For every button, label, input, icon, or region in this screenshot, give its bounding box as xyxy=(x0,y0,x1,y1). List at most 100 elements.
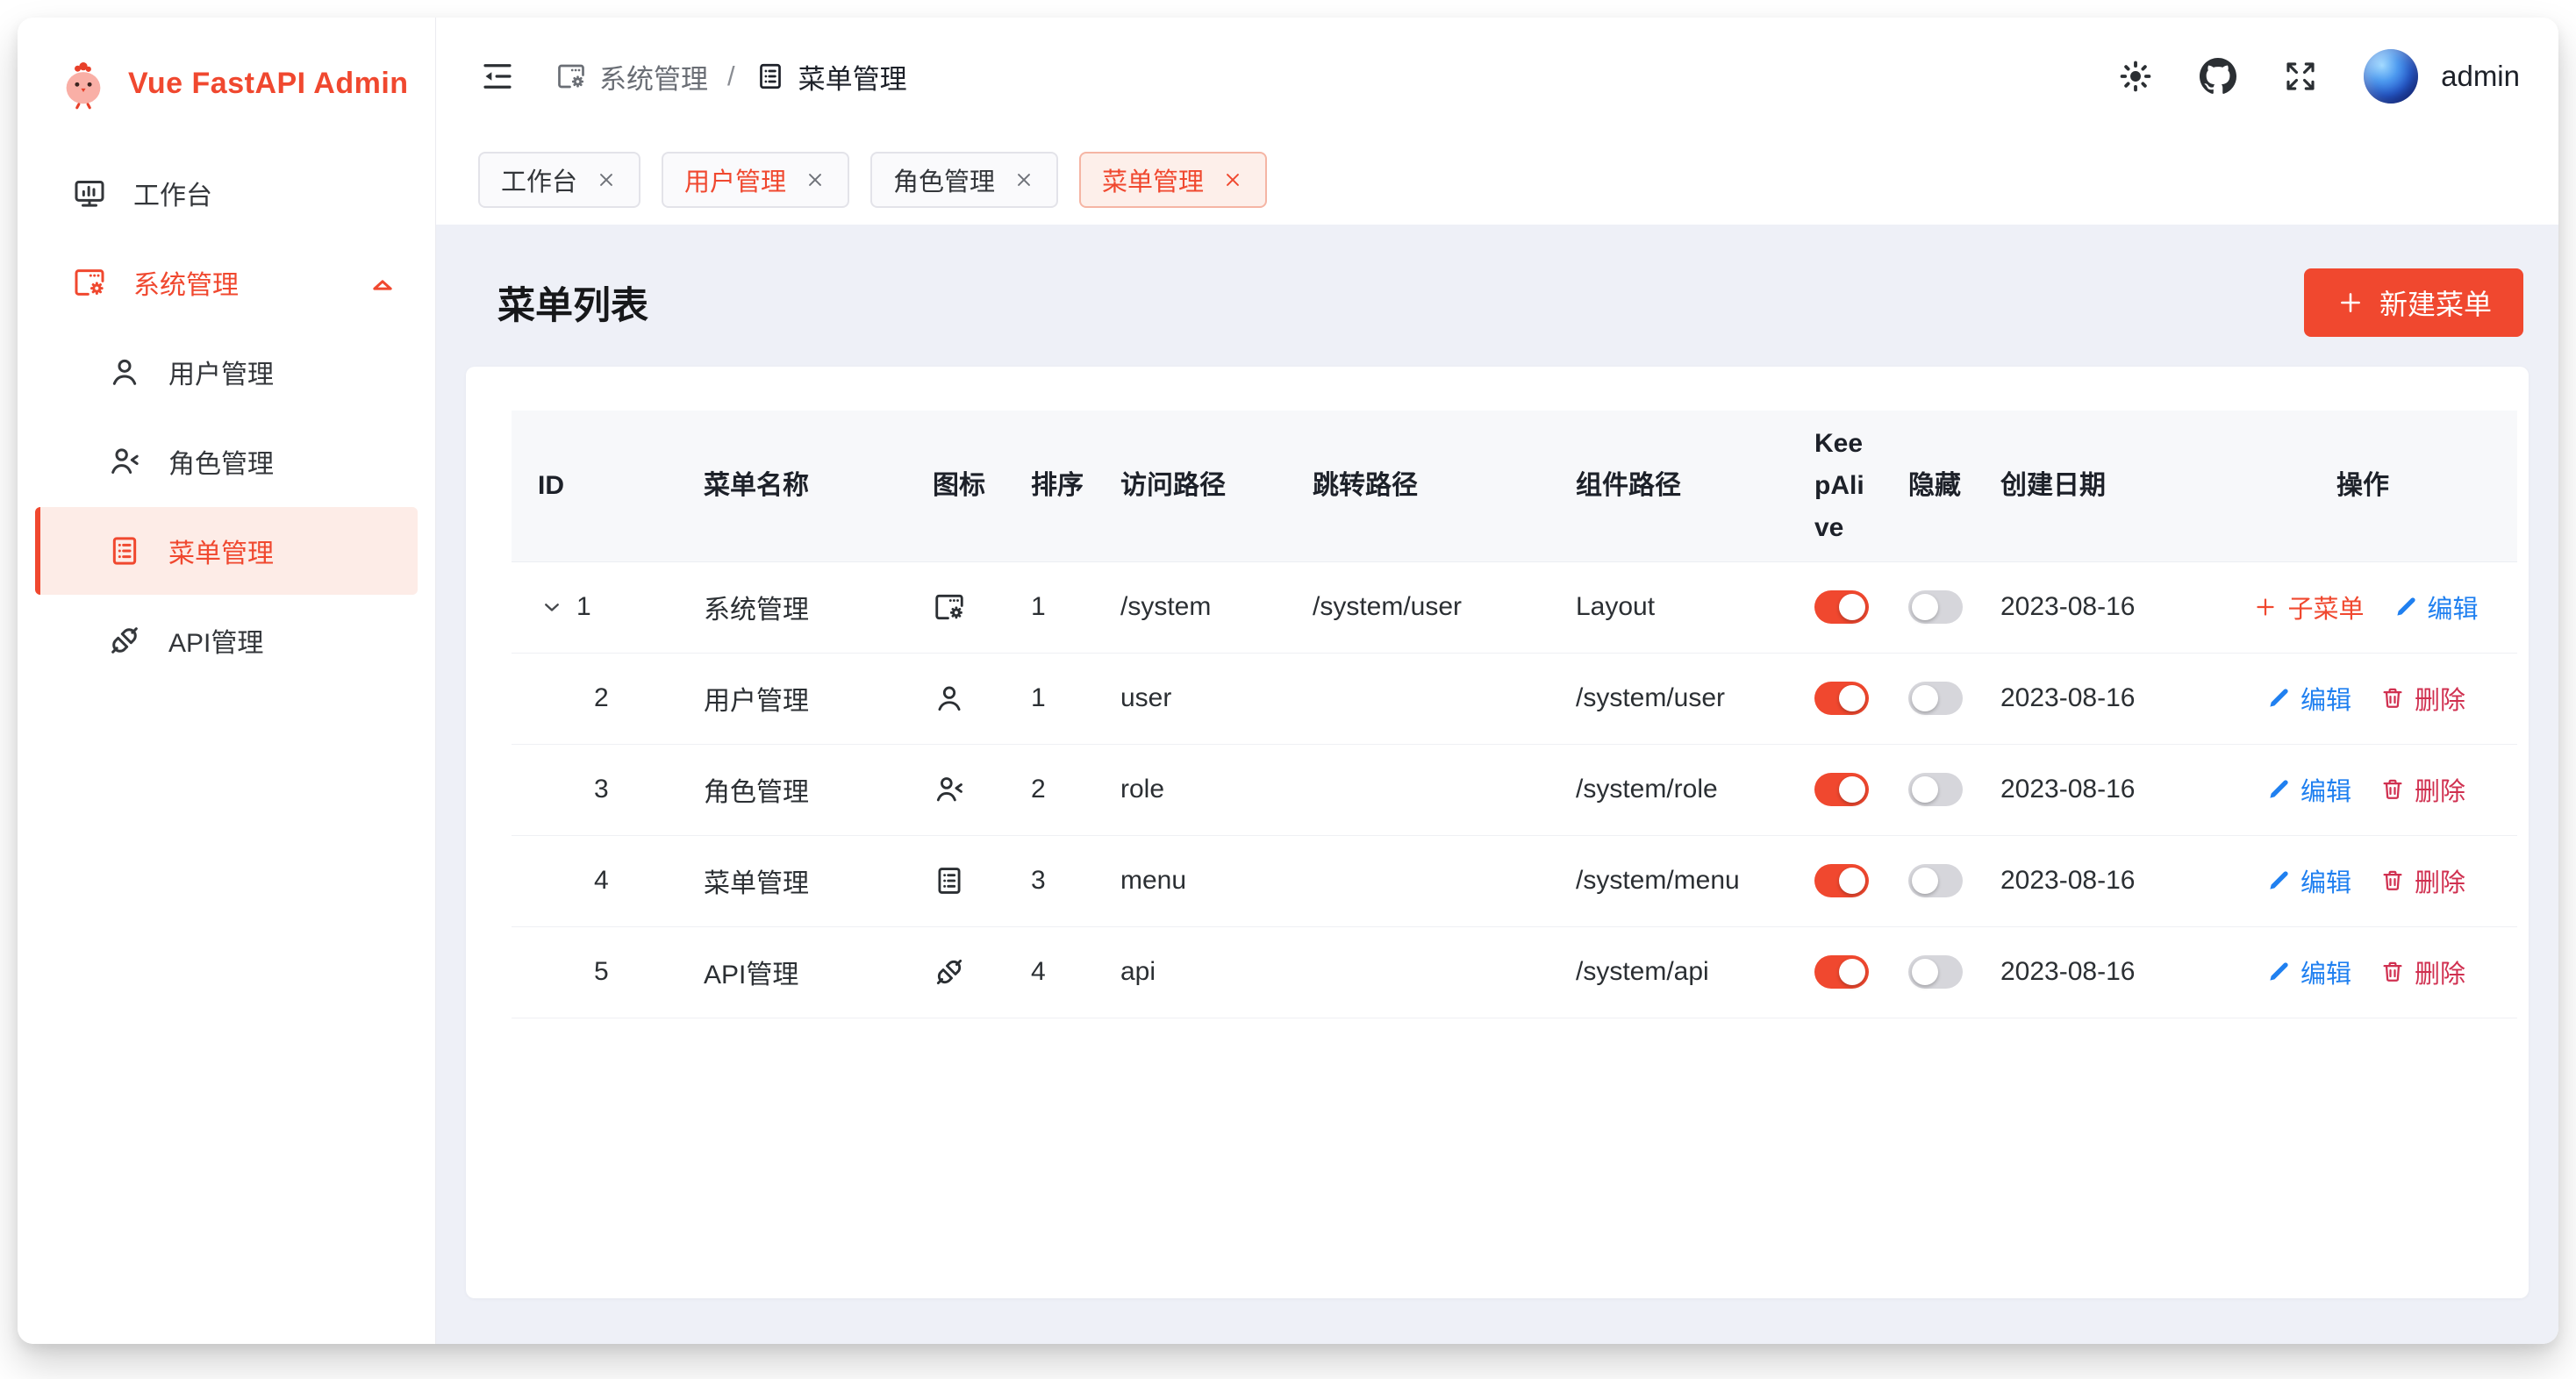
keepalive-switch[interactable] xyxy=(1814,955,1869,989)
keepalive-switch[interactable] xyxy=(1814,682,1869,715)
row-id-cell: 3 xyxy=(538,775,677,804)
tab-角色管理[interactable]: 角色管理 xyxy=(870,152,1058,208)
access-path: /system xyxy=(1120,592,1211,621)
trash-icon xyxy=(2379,685,2406,711)
close-icon[interactable] xyxy=(1221,168,1244,191)
add-submenu-button[interactable]: 子菜单 xyxy=(2252,589,2364,625)
hidden-switch[interactable] xyxy=(1908,682,1963,715)
action-label: 编辑 xyxy=(2301,862,2351,899)
row-actions: 编辑 删除 xyxy=(2214,954,2517,990)
sidebar-item-system[interactable]: 系统管理 xyxy=(35,239,418,326)
row-id-cell: 1 xyxy=(538,592,677,622)
menu-order: 2 xyxy=(1031,775,1046,804)
switch-knob xyxy=(1912,776,1938,803)
tab-用户管理[interactable]: 用户管理 xyxy=(662,152,849,208)
edit-button[interactable]: 编辑 xyxy=(2265,771,2351,808)
switch-knob xyxy=(1912,959,1938,985)
delete-button[interactable]: 删除 xyxy=(2379,954,2465,990)
hidden-switch[interactable] xyxy=(1908,955,1963,989)
sidebar-item-role[interactable]: 角色管理 xyxy=(35,418,418,505)
edit-button[interactable]: 编辑 xyxy=(2265,954,2351,990)
action-label: 删除 xyxy=(2415,771,2465,808)
row-actions: 子菜单 编辑 xyxy=(2214,589,2517,625)
new-menu-button-label: 新建菜单 xyxy=(2379,282,2492,323)
delete-button[interactable]: 删除 xyxy=(2379,680,2465,717)
action-label: 子菜单 xyxy=(2287,589,2364,625)
avatar[interactable] xyxy=(2364,49,2418,104)
sidebar-collapse-icon[interactable] xyxy=(478,57,517,96)
action-label: 删除 xyxy=(2415,680,2465,717)
delete-button[interactable]: 删除 xyxy=(2379,862,2465,899)
github-icon[interactable] xyxy=(2199,57,2237,96)
sidebar-menu: 工作台系统管理用户管理角色管理菜单管理API管理 xyxy=(18,149,435,684)
tab-菜单管理[interactable]: 菜单管理 xyxy=(1079,152,1267,208)
sidebar-item-menu[interactable]: 菜单管理 xyxy=(35,507,418,595)
user-icon xyxy=(107,354,142,389)
tab-工作台[interactable]: 工作台 xyxy=(478,152,640,208)
column-header-hidden: 隐藏 xyxy=(1882,411,1974,561)
action-label: 删除 xyxy=(2415,954,2465,990)
hidden-switch[interactable] xyxy=(1908,590,1963,624)
app-logo[interactable]: Vue FastAPI Admin xyxy=(18,18,435,149)
pencil-icon xyxy=(2265,959,2292,985)
plus-icon xyxy=(2336,288,2365,318)
row-actions: 编辑 删除 xyxy=(2214,862,2517,899)
pencil-icon xyxy=(2265,776,2292,803)
keepalive-switch[interactable] xyxy=(1814,864,1869,897)
table-card: ID菜单名称图标排序访问路径跳转路径组件路径KeepAlive隐藏创建日期操作 … xyxy=(466,367,2529,1298)
created-date: 2023-08-16 xyxy=(2000,957,2135,986)
keepalive-switch[interactable] xyxy=(1814,773,1869,806)
edit-button[interactable]: 编辑 xyxy=(2265,680,2351,717)
close-icon[interactable] xyxy=(1013,168,1035,191)
user-name[interactable]: admin xyxy=(2441,60,2520,93)
api-icon xyxy=(107,623,142,658)
column-header-created: 创建日期 xyxy=(1974,411,2214,561)
row-id-cell: 4 xyxy=(538,866,677,896)
row-id: 2 xyxy=(594,683,609,713)
fullscreen-icon[interactable] xyxy=(2281,57,2320,96)
content: 菜单列表 新建菜单 ID菜单名称图标排序访问路径跳转路径组件路径KeepAliv… xyxy=(436,225,2558,1344)
table-row: 5API管理4api/system/api2023-08-16编辑删除 xyxy=(512,926,2517,1018)
menu-name: API管理 xyxy=(704,961,798,990)
main-area: 系统管理 / 菜单管理 admin 工作台用户管理 角色管理 菜单管理 菜单列表 新建菜… xyxy=(436,18,2558,1344)
delete-button[interactable]: 删除 xyxy=(2379,771,2465,808)
menu-icon xyxy=(755,61,786,92)
menu-table: ID菜单名称图标排序访问路径跳转路径组件路径KeepAlive隐藏创建日期操作 … xyxy=(512,411,2517,1018)
sidebar-item-label: 用户管理 xyxy=(168,353,274,391)
row-id: 1 xyxy=(576,592,591,622)
component-path: /system/user xyxy=(1576,683,1725,712)
breadcrumb-item[interactable]: 菜单管理 xyxy=(755,57,907,96)
tabs-bar: 工作台用户管理 角色管理 菜单管理 xyxy=(436,135,2558,225)
system-icon xyxy=(72,265,107,300)
switch-knob xyxy=(1912,685,1938,711)
breadcrumb: 系统管理 / 菜单管理 xyxy=(555,57,907,96)
sidebar-item-user[interactable]: 用户管理 xyxy=(35,328,418,416)
keepalive-switch[interactable] xyxy=(1814,590,1869,624)
topbar: 系统管理 / 菜单管理 admin xyxy=(436,18,2558,135)
table-row: 4菜单管理3menu/system/menu2023-08-16编辑删除 xyxy=(512,835,2517,926)
breadcrumb-separator: / xyxy=(727,61,735,92)
edit-button[interactable]: 编辑 xyxy=(2265,862,2351,899)
chevron-down-icon[interactable] xyxy=(538,593,566,621)
action-label: 编辑 xyxy=(2301,680,2351,717)
access-path: menu xyxy=(1120,866,1186,895)
pencil-icon xyxy=(2265,685,2292,711)
theme-toggle-icon[interactable] xyxy=(2116,57,2155,96)
close-icon[interactable] xyxy=(595,168,618,191)
sidebar-item-label: 系统管理 xyxy=(133,263,239,302)
tab-label: 角色管理 xyxy=(893,161,995,198)
sidebar-item-api[interactable]: API管理 xyxy=(35,597,418,684)
new-menu-button[interactable]: 新建菜单 xyxy=(2304,268,2523,337)
system-icon xyxy=(555,61,587,92)
switch-knob xyxy=(1839,685,1865,711)
edit-button[interactable]: 编辑 xyxy=(2393,589,2479,625)
hidden-switch[interactable] xyxy=(1908,864,1963,897)
menu-icon xyxy=(107,533,142,568)
sidebar-item-workbench[interactable]: 工作台 xyxy=(35,149,418,237)
close-icon[interactable] xyxy=(804,168,826,191)
row-actions: 编辑 删除 xyxy=(2214,680,2517,717)
hidden-switch[interactable] xyxy=(1908,773,1963,806)
breadcrumb-item[interactable]: 系统管理 xyxy=(555,57,708,96)
action-label: 删除 xyxy=(2415,862,2465,899)
action-label: 编辑 xyxy=(2428,589,2479,625)
